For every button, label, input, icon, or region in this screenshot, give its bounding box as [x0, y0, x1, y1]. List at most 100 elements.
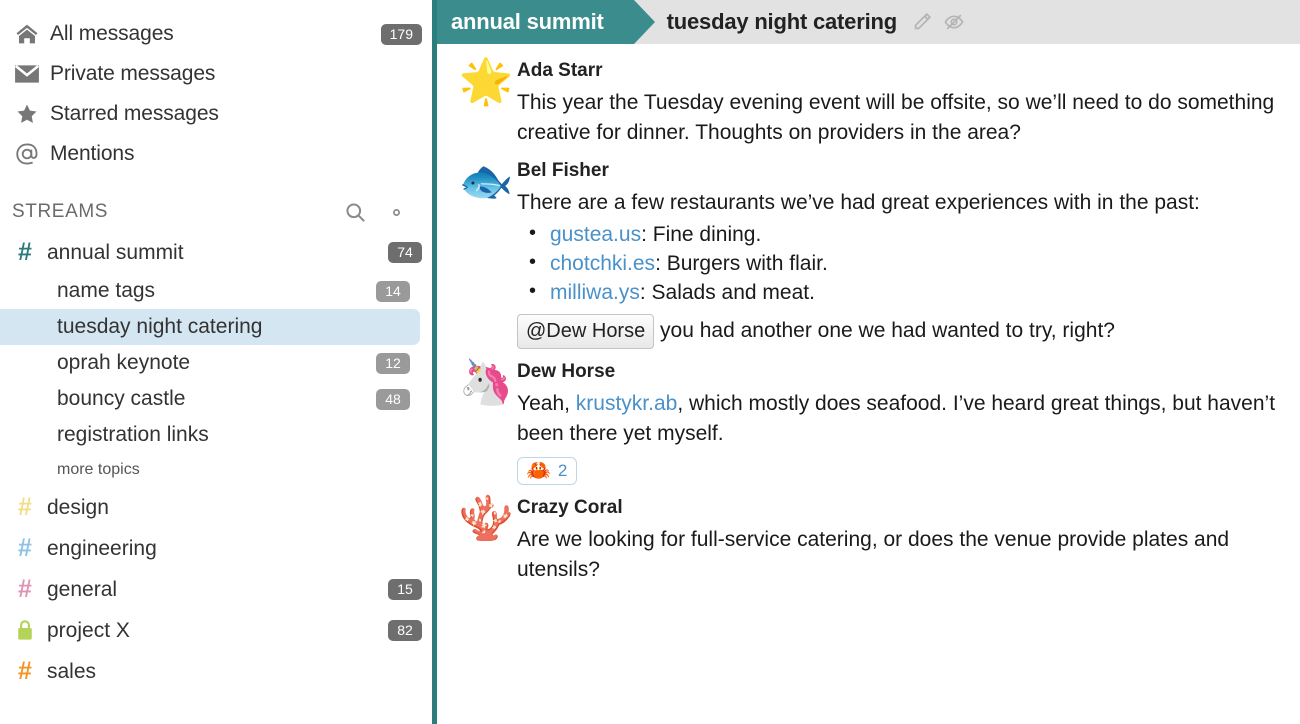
message-text: This year the Tuesday evening event will…: [517, 91, 1275, 144]
stream-name: design: [47, 495, 109, 519]
hash-icon: #: [18, 657, 32, 685]
streams-header-actions: [344, 201, 408, 224]
seahorse-avatar[interactable]: 🦄: [455, 359, 517, 485]
message-sender[interactable]: Crazy Coral: [517, 497, 1280, 519]
sidebar-item-private-messages[interactable]: Private messages: [0, 54, 432, 94]
sidebar-item-starred-messages[interactable]: Starred messages: [0, 94, 432, 134]
streams-section-header: STREAMS: [0, 192, 432, 232]
message-pane: annual summit tuesday night catering 🌟 A…: [432, 0, 1300, 724]
chat-app: All messages 179 Private messages Starre…: [0, 0, 1300, 724]
unread-badge: 179: [380, 23, 422, 45]
sidebar-item-label: All messages: [50, 22, 174, 45]
conversation-header: annual summit tuesday night catering: [437, 0, 1300, 44]
sidebar-stream-project-x[interactable]: project X 82: [0, 610, 432, 651]
hash-icon: #: [18, 238, 32, 266]
sidebar-stream-annual-summit[interactable]: # annual summit 74: [0, 232, 432, 273]
sidebar-stream-general[interactable]: # general 15: [0, 569, 432, 610]
list-item: gustea.us: Fine dining.: [517, 219, 1280, 249]
message-text: Are we looking for full-service catering…: [517, 528, 1230, 581]
message-sender[interactable]: Dew Horse: [517, 361, 1280, 383]
left-sidebar: All messages 179 Private messages Starre…: [0, 0, 432, 724]
sidebar-stream-engineering[interactable]: # engineering: [0, 528, 432, 569]
stream-name: engineering: [47, 536, 157, 560]
sidebar-stream-sales[interactable]: # sales: [0, 651, 432, 692]
sidebar-item-all-messages[interactable]: All messages 179: [0, 14, 432, 54]
lock-icon: [12, 619, 38, 642]
header-topic[interactable]: tuesday night catering: [667, 0, 965, 44]
envelope-icon: [12, 64, 42, 84]
list-item-text: : Fine dining.: [641, 223, 762, 246]
message-list: 🌟 Ada Starr This year the Tuesday evenin…: [437, 44, 1300, 585]
user-mention-pill[interactable]: @Dew Horse: [517, 314, 655, 349]
message-item: 🐟 Bel Fisher There are a few restaurants…: [437, 158, 1300, 349]
hash-icon: #: [18, 493, 32, 521]
sidebar-item-label: Starred messages: [50, 102, 219, 125]
header-topic-label: tuesday night catering: [666, 9, 898, 34]
unread-badge: 12: [376, 352, 410, 374]
link-chotchki[interactable]: chotchki.es: [550, 252, 655, 275]
coral-avatar[interactable]: 🪸: [455, 495, 517, 585]
mention-line: @Dew Horse you had another one we had wa…: [517, 314, 1280, 349]
stream-name: general: [47, 577, 118, 601]
unread-badge: 74: [388, 242, 422, 263]
text-before-link: Yeah,: [517, 392, 576, 415]
message-body: Ada Starr This year the Tuesday evening …: [517, 58, 1280, 148]
link-milliwa[interactable]: milliwa.ys: [550, 281, 640, 304]
unread-badge: 14: [376, 280, 410, 302]
emoji-reaction[interactable]: 🦀 2: [517, 457, 578, 485]
header-actions: [911, 11, 965, 33]
link-krustykr[interactable]: krustykr.ab: [576, 392, 678, 415]
more-topics-link[interactable]: more topics: [0, 453, 432, 487]
list-item: chotchki.es: Burgers with flair.: [517, 248, 1280, 278]
message-item: 🪸 Crazy Coral Are we looking for full-se…: [437, 495, 1300, 585]
topic-name: oprah keynote: [57, 351, 191, 374]
search-icon[interactable]: [344, 201, 367, 224]
at-icon: [12, 141, 42, 167]
hash-icon: #: [18, 575, 32, 603]
topic-name: tuesday night catering: [57, 315, 263, 338]
message-text: There are a few restaurants we’ve had gr…: [517, 191, 1200, 214]
message-sender[interactable]: Bel Fisher: [517, 160, 1280, 182]
list-item-text: : Burgers with flair.: [655, 252, 828, 275]
starfish-avatar[interactable]: 🌟: [455, 58, 517, 148]
pencil-icon[interactable]: [911, 11, 933, 33]
message-body: Crazy Coral Are we looking for full-serv…: [517, 495, 1280, 585]
stream-name: annual summit: [47, 240, 184, 264]
topic-name: bouncy castle: [57, 387, 186, 410]
list-item-text: : Salads and meat.: [639, 281, 815, 304]
unread-badge: 15: [388, 579, 422, 600]
stream-name: sales: [47, 659, 97, 683]
stream-name: project X: [47, 618, 130, 642]
mention-trailing-text: you had another one we had wanted to try…: [654, 319, 1115, 342]
message-sender[interactable]: Ada Starr: [517, 60, 1280, 82]
unread-badge: 82: [388, 620, 422, 641]
list-item: milliwa.ys: Salads and meat.: [517, 277, 1280, 307]
hash-icon: #: [18, 534, 32, 562]
message-item: 🦄 Dew Horse Yeah, krustykr.ab, which mos…: [437, 359, 1300, 485]
eye-off-icon[interactable]: [943, 11, 965, 33]
message-item: 🌟 Ada Starr This year the Tuesday evenin…: [437, 58, 1300, 148]
sidebar-item-label: Private messages: [50, 62, 216, 85]
message-text: Yeah, krustykr.ab, which mostly does sea…: [517, 389, 1280, 449]
streams-title: STREAMS: [12, 201, 109, 222]
sidebar-topic-tuesday-night-catering[interactable]: tuesday night catering: [0, 309, 420, 345]
gear-icon[interactable]: [385, 201, 408, 224]
topic-name: name tags: [57, 279, 156, 302]
crab-emoji: 🦀: [526, 460, 551, 482]
reaction-count: 2: [557, 461, 568, 480]
message-body: Dew Horse Yeah, krustykr.ab, which mostl…: [517, 359, 1280, 485]
topic-name: registration links: [57, 423, 209, 446]
sidebar-topic-bouncy-castle[interactable]: bouncy castle 48: [0, 381, 420, 417]
unread-badge: 48: [376, 388, 410, 410]
sidebar-topic-registration-links[interactable]: registration links: [0, 417, 420, 453]
tropical-fish-avatar[interactable]: 🐟: [455, 158, 517, 349]
sidebar-stream-design[interactable]: # design: [0, 487, 432, 528]
restaurant-list: gustea.us: Fine dining. chotchki.es: Bur…: [517, 219, 1280, 307]
link-gustea[interactable]: gustea.us: [550, 223, 641, 246]
header-stream-tag[interactable]: annual summit: [437, 0, 655, 44]
sidebar-item-mentions[interactable]: Mentions: [0, 134, 432, 174]
sidebar-topic-oprah-keynote[interactable]: oprah keynote 12: [0, 345, 420, 381]
sidebar-item-label: Mentions: [50, 142, 135, 165]
home-icon: [12, 22, 42, 46]
sidebar-topic-name-tags[interactable]: name tags 14: [0, 273, 420, 309]
